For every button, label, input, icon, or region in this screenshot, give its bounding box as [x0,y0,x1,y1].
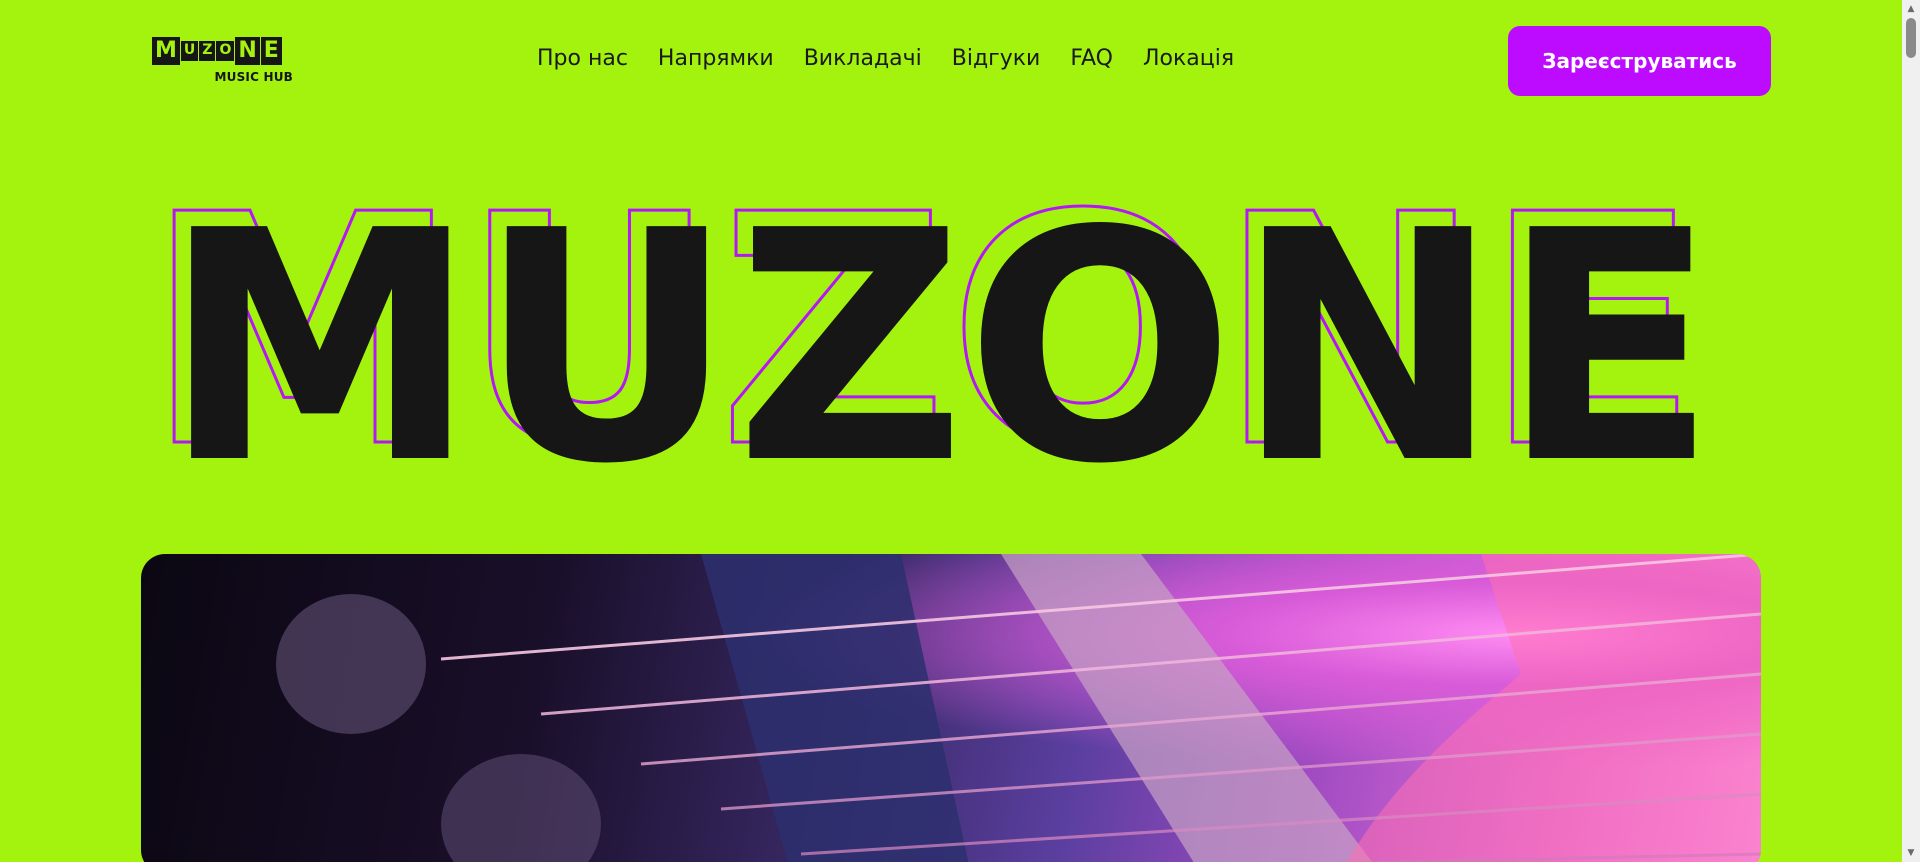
nav-link-reviews[interactable]: Відгуки [952,46,1041,71]
register-button[interactable]: Зареєструватись [1508,26,1771,96]
site-header: M U Z O N E MUSIC HUB Про нас Напрямки В… [0,0,1902,122]
page-scrollbar[interactable]: ▲ ▼ [1902,0,1920,862]
hero-title-text: MUZONE [162,163,1717,533]
nav-link-teachers[interactable]: Викладачі [804,46,922,71]
tuning-peg-shape [441,754,601,862]
nav-link-directions[interactable]: Напрямки [658,46,774,71]
logo-letter: O [216,41,235,61]
logo-letter: M [152,37,180,65]
tuning-peg-shape [276,594,426,734]
logo-letter: U [180,41,199,61]
logo-letter: Z [199,41,216,61]
nav-link-faq[interactable]: FAQ [1070,46,1113,71]
hero-title-graphic: MUZONE MUZONE [144,146,1718,534]
logo-subtitle: MUSIC HUB [214,70,293,84]
main-nav: Про нас Напрямки Викладачі Відгуки FAQ Л… [537,46,1234,71]
nav-link-about[interactable]: Про нас [537,46,628,71]
logo-wordmark: M U Z O N E [152,37,297,65]
guitar-strings-illustration [276,554,1761,862]
scroll-down-arrow-icon[interactable]: ▼ [1902,846,1920,860]
nav-link-location[interactable]: Локація [1143,46,1234,71]
hero-guitar-image [141,554,1761,862]
muzone-logo[interactable]: M U Z O N E MUSIC HUB [152,37,297,87]
scrollbar-thumb[interactable] [1906,18,1916,58]
scroll-up-arrow-icon[interactable]: ▲ [1902,2,1920,16]
logo-letter: E [260,37,282,65]
hero-title: MUZONE MUZONE [140,146,1760,534]
headstock-shape [701,554,969,862]
logo-letter: N [235,37,260,65]
